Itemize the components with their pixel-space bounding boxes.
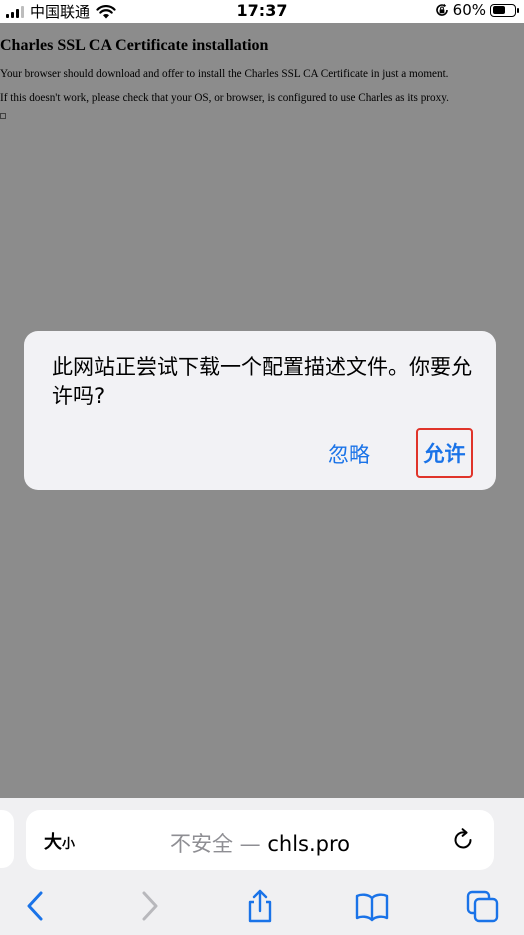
alert-message: 此网站正尝试下载一个配置描述文件。你要允许吗? [52, 355, 472, 408]
reload-icon[interactable] [450, 827, 476, 853]
rotation-lock-icon [435, 3, 448, 16]
security-label: 不安全 — [169, 832, 261, 856]
battery-level [492, 6, 505, 14]
download-profile-alert: 此网站正尝试下载一个配置描述文件。你要允许吗? 忽略 允许 [24, 331, 496, 490]
address-bar[interactable]: 大小 不安全 — chls.pro [26, 810, 494, 870]
share-button[interactable] [242, 888, 278, 924]
bookmarks-button[interactable] [354, 888, 390, 924]
adjacent-tab-preview[interactable] [0, 810, 14, 868]
ignore-button[interactable]: 忽略 [328, 439, 370, 469]
allow-button[interactable]: 允许 [416, 428, 473, 478]
status-right: 60% [435, 1, 519, 19]
back-button[interactable] [18, 888, 54, 924]
battery-percent: 60% [452, 1, 486, 19]
address-bar-area: 大小 不安全 — chls.pro [0, 798, 524, 876]
tabs-icon [466, 890, 499, 923]
back-icon [27, 891, 43, 921]
status-bar: 中国联通 17:37 60% [0, 0, 524, 23]
tabs-button[interactable] [465, 888, 501, 924]
share-icon [248, 889, 272, 923]
battery-icon [490, 3, 519, 17]
domain-label: chls.pro [267, 832, 351, 856]
forward-icon [142, 891, 158, 921]
bookmarks-icon [355, 893, 389, 922]
bottom-toolbar [0, 876, 524, 935]
forward-button[interactable] [131, 888, 167, 924]
url-display[interactable]: 不安全 — chls.pro [26, 828, 494, 858]
